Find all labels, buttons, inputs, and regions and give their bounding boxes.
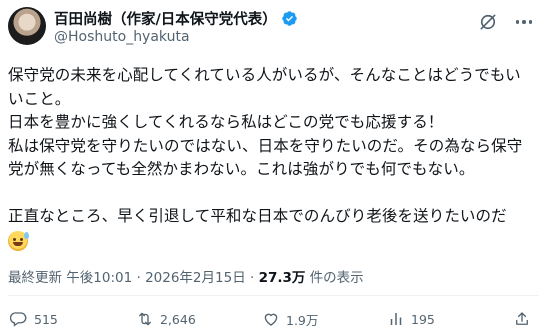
post-timestamp[interactable]: 最終更新 午後10:01 · 2026年2月15日 · — [8, 270, 259, 286]
post-text-line: 保守党の未来を心配してくれている人がいるが、そんなことはどうでもい — [8, 66, 521, 84]
post-text-blank-line — [8, 182, 538, 206]
view-count: 27.3万 — [258, 270, 306, 286]
reply-button[interactable]: 515 — [10, 308, 58, 330]
reply-count: 515 — [34, 311, 58, 327]
grok-icon[interactable] — [478, 12, 498, 32]
more-options-icon[interactable] — [512, 12, 536, 32]
like-button[interactable]: 1.9万 — [262, 308, 318, 330]
display-name[interactable]: 百田尚樹（作家/日本保守党代表） — [54, 8, 277, 29]
bookmark-count: 195 — [411, 311, 435, 327]
bookmark-button[interactable]: 195 — [387, 308, 435, 330]
repost-icon — [139, 312, 151, 326]
post-text-line: 党が無くなっても全然かまわない。これは強がりでも何でもない。 — [8, 160, 475, 178]
author-name-row: 百田尚樹（作家/日本保守党代表） — [54, 8, 298, 28]
repost-count: 2,646 — [160, 311, 196, 327]
reply-icon — [10, 312, 27, 327]
post-meta: 最終更新 午後10:01 · 2026年2月15日 · 27.3万 件の表示 — [8, 266, 364, 286]
view-count-label: 件の表示 — [305, 270, 364, 286]
post-card: 百田尚樹（作家/日本保守党代表） @Hoshuto_hyakuta 保守党の未来… — [0, 0, 547, 335]
post-text-line: 私は保守党を守りたいのではない、日本を守りたいのだ。その為なら保守 — [8, 136, 523, 155]
divider — [8, 295, 539, 296]
user-handle[interactable]: @Hoshuto_hyakuta — [54, 29, 190, 45]
repost-button[interactable]: 2,646 — [136, 308, 196, 330]
verified-badge-icon — [282, 10, 297, 26]
views-chart-icon — [390, 313, 402, 325]
post-text-line: いこと。 — [8, 89, 71, 108]
post-text: 保守党の未来を心配してくれている人がいるが、そんなことはどうでもい いこと。 日… — [8, 64, 538, 252]
post-text-line: 正直なところ、早く引退して平和な日本でのんびり老後を送りたいのだ — [8, 207, 507, 225]
like-count: 1.9万 — [286, 312, 319, 328]
share-button[interactable] — [513, 308, 531, 330]
heart-icon — [264, 313, 278, 326]
share-icon — [516, 312, 528, 325]
avatar[interactable] — [8, 7, 46, 45]
action-bar: 515 2,646 1.9万 195 — [0, 308, 547, 332]
post-text-line: 日本を豊かに強くしてくれるなら私はどこの党でも応援する！ — [8, 113, 444, 131]
sweat-smile-emoji-icon — [8, 231, 29, 251]
